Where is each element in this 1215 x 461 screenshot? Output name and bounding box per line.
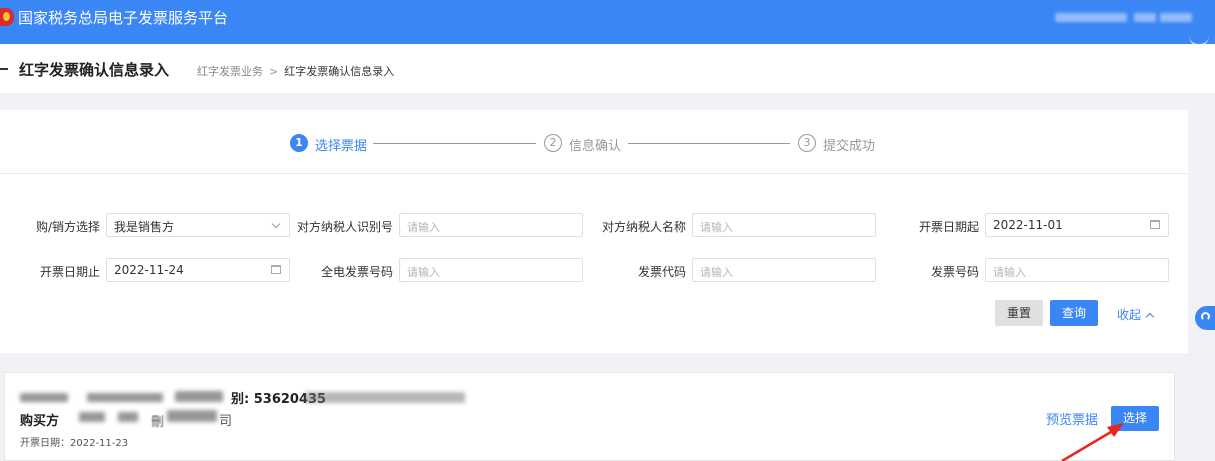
annotation-arrow-icon — [1061, 423, 1124, 461]
